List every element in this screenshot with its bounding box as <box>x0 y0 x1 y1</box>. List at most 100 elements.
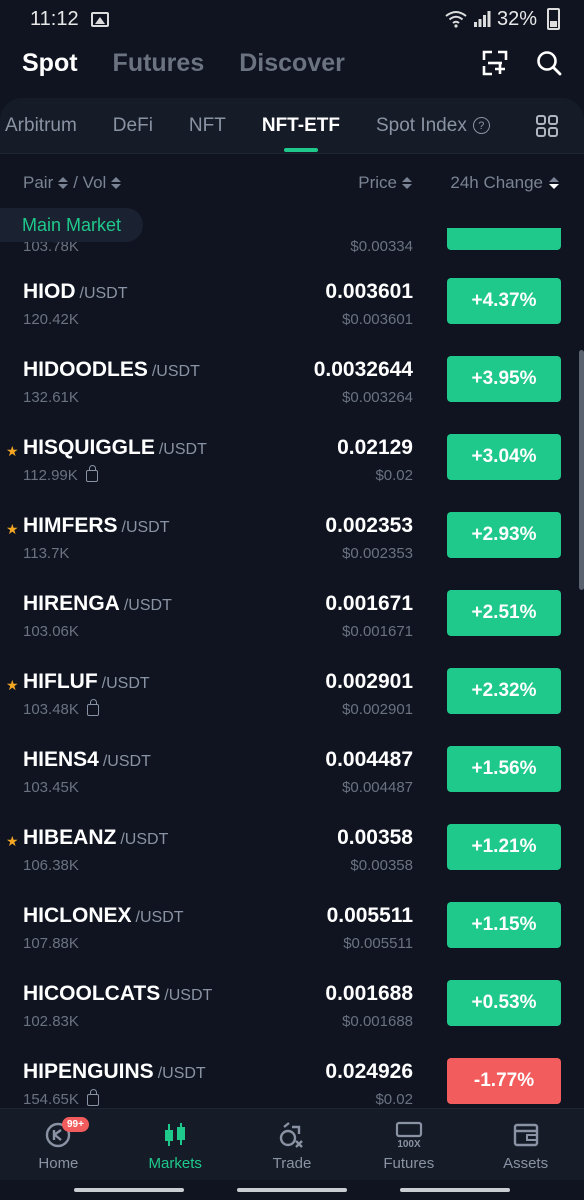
list-item[interactable]: HIPENGUINS/USDT 154.65K 0.024926 $0.02 -1.77… <box>0 1050 584 1108</box>
pair-base: HIFLUF <box>23 670 98 693</box>
category-nft[interactable]: NFT <box>189 98 226 154</box>
pair-name: HIOD/USDT <box>23 280 128 304</box>
sort-vol-arrows-icon[interactable] <box>111 177 122 189</box>
sort-pair-arrows-icon[interactable] <box>58 177 69 189</box>
list-item[interactable]: ★ HIFLUF/USDT 103.48K 0.002901 $0.002901 +2.3… <box>0 660 584 738</box>
usd-price: $0.002901 <box>342 701 413 718</box>
sort-pair-label[interactable]: Pair <box>23 173 53 193</box>
nav-assets[interactable]: Assets <box>467 1109 584 1180</box>
tab-spot[interactable]: Spot <box>22 49 78 78</box>
category-arbitrum[interactable]: Arbitrum <box>5 98 77 154</box>
tab-futures[interactable]: Futures <box>113 49 205 78</box>
main-market-label: Main Market <box>0 208 144 242</box>
change-chip[interactable]: +4.37% <box>447 278 561 324</box>
gesture-bar-center[interactable] <box>237 1188 347 1192</box>
last-price: 0.02129 <box>337 436 413 459</box>
pair-quote: /USDT <box>158 441 207 458</box>
last-price: 0.004487 <box>325 748 413 771</box>
nav-home[interactable]: 99+ Home <box>0 1109 117 1180</box>
pair-quote: /USDT <box>123 597 172 614</box>
change-chip[interactable]: +0.53% <box>447 980 561 1026</box>
nav-futures-label: Futures <box>383 1155 435 1172</box>
pair-quote: /USDT <box>102 753 151 770</box>
gesture-bar-left[interactable] <box>74 1188 184 1192</box>
category-tabs: Arbitrum DeFi NFT NFT-ETF Spot Index? <box>0 98 584 154</box>
pair-name: HIBEANZ/USDT <box>23 826 168 850</box>
pair-quote: /USDT <box>79 285 128 302</box>
list-item[interactable]: ★ HISQUIGGLE/USDT 112.99K 0.02129 $0.02 +3.04… <box>0 426 584 504</box>
list-item[interactable]: HIENS4/USDT 103.45K 0.004487 $0.004487 +1.56… <box>0 738 584 816</box>
svg-text:100X: 100X <box>397 1139 421 1149</box>
list-item[interactable]: HICOOLCATS/USDT 102.83K 0.001688 $0.001688 +… <box>0 972 584 1050</box>
change-chip[interactable]: +3.04% <box>447 434 561 480</box>
list-item[interactable]: HIOD/USDT 120.42K 0.003601 $0.003601 +4.37% <box>0 270 584 348</box>
category-nft-etf[interactable]: NFT-ETF <box>262 98 340 154</box>
volume-container: 103.06K <box>23 623 79 640</box>
search-icon[interactable] <box>536 50 562 76</box>
change-chip[interactable]: +2.93% <box>447 512 561 558</box>
scrollbar[interactable] <box>579 350 584 590</box>
change-chip[interactable]: +2.32% <box>447 668 561 714</box>
last-price: 0.003601 <box>325 280 413 303</box>
sort-change-arrows-icon[interactable] <box>549 177 559 189</box>
category-spot-index[interactable]: Spot Index? <box>376 98 490 154</box>
tab-discover[interactable]: Discover <box>239 49 345 78</box>
category-defi[interactable]: DeFi <box>113 98 153 154</box>
usd-price: $0.00358 <box>350 857 413 874</box>
nav-markets[interactable]: Markets <box>117 1109 234 1180</box>
pair-base: HIDOODLES <box>23 358 148 381</box>
list-item[interactable]: ★ HIBEANZ/USDT 106.38K 0.00358 $0.00358 +1.21… <box>0 816 584 894</box>
change-chip[interactable]: +2.51% <box>447 590 561 636</box>
sort-price-arrows-icon[interactable] <box>402 177 412 189</box>
usd-price: $0.003601 <box>342 311 413 328</box>
volume-container: 102.83K <box>23 1013 79 1030</box>
nav-trade[interactable]: Trade <box>234 1109 351 1180</box>
usd-price: $0.004487 <box>342 779 413 796</box>
pair-base: HICLONEX <box>23 904 132 927</box>
sort-vol-label[interactable]: / Vol <box>73 173 106 193</box>
volume: 132.61K <box>23 389 79 406</box>
change-chip[interactable]: +1.21% <box>447 824 561 870</box>
scan-add-icon[interactable] <box>482 50 508 76</box>
change-chip[interactable]: +1.56% <box>447 746 561 792</box>
pair-quote: /USDT <box>157 1065 206 1082</box>
volume-container: 106.38K <box>23 857 79 874</box>
system-gesture-bar <box>0 1180 584 1200</box>
status-bar: 11:12 32% <box>0 0 584 38</box>
favorite-star-icon[interactable]: ★ <box>6 677 19 694</box>
grid-menu-icon[interactable] <box>536 115 558 137</box>
favorite-star-icon[interactable]: ★ <box>6 443 19 460</box>
nav-futures[interactable]: 100X Futures <box>350 1109 467 1180</box>
volume: 120.42K <box>23 311 79 328</box>
top-navigation: Spot Futures Discover <box>0 38 584 88</box>
last-price: 0.005511 <box>326 904 413 927</box>
wifi-icon <box>445 11 467 28</box>
change-chip[interactable]: +3.95% <box>447 356 561 402</box>
list-item[interactable]: HICLONEX/USDT 107.88K 0.005511 $0.005511 +1.… <box>0 894 584 972</box>
signal-icon <box>473 11 491 27</box>
sort-change-label[interactable]: 24h Change <box>450 173 543 193</box>
pair-base: HIENS4 <box>23 748 99 771</box>
volume-container: 154.65K <box>23 1088 99 1108</box>
last-price: 0.002901 <box>325 670 413 693</box>
list-item[interactable]: HIRENGA/USDT 103.06K 0.001671 $0.001671 +2.5… <box>0 582 584 660</box>
pair-name: HIRENGA/USDT <box>23 592 172 616</box>
usd-price: $0.005511 <box>343 935 413 952</box>
usd-price: $0.001688 <box>342 1013 413 1030</box>
change-chip[interactable]: -1.77% <box>447 1058 561 1104</box>
pair-name: HIFLUF/USDT <box>23 670 150 694</box>
pair-quote: /USDT <box>164 987 213 1004</box>
partial-change-chip[interactable] <box>447 228 561 250</box>
favorite-star-icon[interactable]: ★ <box>6 521 19 538</box>
usd-price: $0.002353 <box>342 545 413 562</box>
list-item[interactable]: ★ HIMFERS/USDT 113.7K 0.002353 $0.002353 +2.9… <box>0 504 584 582</box>
sort-price-label[interactable]: Price <box>358 173 397 193</box>
help-icon[interactable]: ? <box>472 117 490 134</box>
gesture-bar-right[interactable] <box>400 1188 510 1192</box>
change-chip[interactable]: +1.15% <box>447 902 561 948</box>
last-price: 0.024926 <box>325 1060 413 1083</box>
pair-quote: /USDT <box>135 909 184 926</box>
list-item[interactable]: HIDOODLES/USDT 132.61K 0.0032644 $0.003264 +… <box>0 348 584 426</box>
last-price: 0.001688 <box>325 982 413 1005</box>
favorite-star-icon[interactable]: ★ <box>6 833 19 850</box>
